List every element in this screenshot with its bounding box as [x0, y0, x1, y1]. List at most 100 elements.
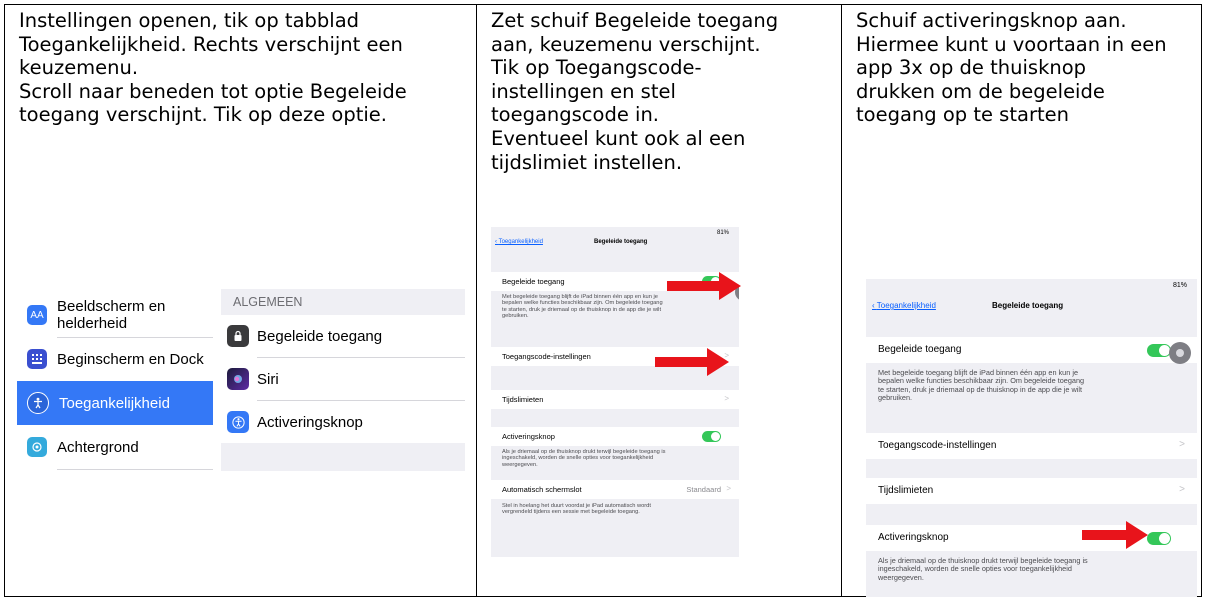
step-2-text: Zet schuif Begeleide toegang aan, keuzem… [491, 9, 778, 174]
footer-line: vergrendeld tijdens een sessie met begel… [502, 509, 640, 516]
step-1-line: Instellingen openen, tik op tabblad [19, 9, 360, 32]
row-label: Toegangscode-instellingen [502, 352, 591, 361]
battery-status: 81% [716, 230, 729, 236]
chevron-right-icon: > [1179, 484, 1185, 495]
step-1-text: Instellingen openen, tik op tabblad Toeg… [19, 9, 407, 127]
shortcut-footer: Als je driemaal op de thuisknop drukt te… [502, 449, 665, 468]
back-link-label: Toegankelijkheid [876, 301, 936, 310]
sidebar-item-display[interactable]: AA Beeldscherm en helderheid [17, 293, 213, 337]
back-link[interactable]: ‹ Toegankelijkheid [872, 301, 936, 310]
step-3-line: drukken om de begeleide [856, 79, 1105, 103]
sidebar-item-label: Toegankelijkheid [59, 394, 170, 412]
divider [57, 469, 213, 470]
step-3-text: Schuif activeringsknop aan. Hiermee kunt… [856, 9, 1167, 127]
settings-sidebar: AA Beeldscherm en helderheid Beginscherm… [17, 289, 213, 479]
red-arrow-icon [1082, 521, 1148, 549]
auto-lock-row[interactable]: Automatisch schermslot Standaard > [491, 480, 739, 499]
row-label: Activeringsknop [878, 532, 949, 543]
step-1-line: Toegankelijkheid. Rechts verschijnt een [19, 32, 403, 56]
toggle-knob [1159, 533, 1170, 544]
step-1-line: toegang verschijnt. Tik op deze optie. [19, 103, 387, 127]
row-label: Begeleide toegang [878, 344, 962, 355]
time-limits-row[interactable]: Tijdslimieten > [491, 390, 739, 409]
sidebar-item-accessibility[interactable]: Toegankelijkheid [17, 381, 213, 425]
sidebar-item-label: Achtergrond [57, 438, 139, 456]
footer-line: bepalen welke functies beschikbaar zijn.… [502, 300, 663, 307]
nav-title: Begeleide toegang [992, 301, 1064, 310]
auto-lock-value: Standaard [686, 485, 721, 494]
settings-screenshot: AA Beeldscherm en helderheid Beginscherm… [17, 289, 465, 479]
step-1-line: keuzemenu. [19, 56, 139, 80]
step-3-line: toegang op te starten [856, 103, 1069, 127]
step-3-line: Hiermee kunt u voortaan in een [856, 32, 1167, 56]
detail-item-label: Activeringsknop [257, 413, 363, 431]
chevron-right-icon: > [1179, 439, 1185, 450]
wallpaper-icon [27, 437, 47, 457]
section-header: ALGEMEEN [233, 295, 303, 309]
step-1-cell: Instellingen openen, tik op tabblad Toeg… [5, 5, 477, 596]
row-label: Activeringsknop [502, 432, 555, 441]
back-link[interactable]: ‹ Toegankelijkheid [495, 239, 543, 245]
step-2-line: Zet schuif Begeleide toegang [491, 9, 779, 32]
detail-group: Begeleide toegang Siri Activeringsknop [221, 315, 465, 443]
sidebar-item-wallpaper[interactable]: Achtergrond [17, 425, 213, 469]
lock-icon [227, 325, 249, 347]
sidebar-item-home-screen[interactable]: Beginscherm en Dock [17, 337, 213, 381]
detail-item-label: Siri [257, 370, 279, 388]
red-arrow-icon [655, 348, 729, 376]
guided-access-row[interactable]: Begeleide toegang [866, 337, 1197, 363]
guided-access-footer: Met begeleide toegang blijft de iPad bin… [878, 368, 1084, 403]
step-2-line: toegangscode in. [491, 103, 659, 127]
step-1-line: Scroll naar beneden tot optie Begeleide [19, 79, 407, 103]
accessibility-icon [227, 411, 249, 433]
auto-lock-footer: Stel in hoelang het duurt voordat je iPa… [502, 503, 651, 516]
row-label: Tijdslimieten [502, 395, 544, 404]
step-2-line: Tik op Toegangscode- [491, 56, 702, 80]
siri-icon [227, 368, 249, 390]
guided-access-toggle[interactable] [1147, 344, 1171, 357]
row-label: Begeleide toegang [502, 277, 565, 286]
footer-line: gebruiken. [502, 313, 529, 320]
settings-detail-pane: ALGEMEEN Begeleide toegang Siri Activeri… [221, 289, 465, 471]
step-2-cell: Zet schuif Begeleide toegang aan, keuzem… [477, 5, 842, 596]
detail-item-label: Begeleide toegang [257, 327, 383, 345]
shortcut-toggle[interactable] [702, 431, 721, 442]
row-label: Automatisch schermslot [502, 485, 582, 494]
toggle-knob [711, 432, 720, 441]
shortcut-footer: Als je driemaal op de thuisknop drukt te… [878, 556, 1088, 582]
instruction-table: Instellingen openen, tik op tabblad Toeg… [4, 4, 1202, 597]
passcode-settings-row[interactable]: Toegangscode-instellingen > [866, 433, 1197, 459]
chevron-right-icon: > [726, 484, 731, 493]
sidebar-item-label: Beeldscherm en helderheid [57, 298, 166, 332]
accessibility-icon [27, 392, 49, 414]
footer-line: gebruiken. [878, 393, 913, 403]
detail-item-siri[interactable]: Siri [221, 358, 465, 400]
step-3-cell: Schuif activeringsknop aan. Hiermee kunt… [842, 5, 1201, 597]
row-label: Tijdslimieten [878, 485, 934, 496]
shortcut-row[interactable]: Activeringsknop [491, 427, 739, 446]
detail-item-guided-access[interactable]: Begeleide toegang [221, 315, 465, 357]
nav-title: Begeleide toegang [594, 239, 648, 245]
home-screen-icon [27, 349, 47, 369]
time-limits-row[interactable]: Tijdslimieten > [866, 478, 1197, 504]
chevron-right-icon: > [724, 394, 729, 403]
guided-access-footer: Met begeleide toegang blijft de iPad bin… [502, 294, 663, 320]
footer-line: weergegeven. [878, 572, 924, 582]
step-2-line: Eventueel kunt ook al een [491, 126, 746, 150]
detail-item-shortcut[interactable]: Activeringsknop [221, 401, 465, 443]
footer-line: weergegeven. [502, 461, 538, 468]
red-arrow-icon [667, 272, 741, 300]
row-label: Toegangscode-instellingen [878, 440, 997, 451]
step-2-line: aan, keuzemenu verschijnt. [491, 32, 761, 56]
shortcut-toggle[interactable] [1147, 532, 1171, 545]
display-brightness-icon: AA [27, 305, 47, 325]
guided-access-screenshot-large: 81% ‹ Toegankelijkheid Begeleide toegang… [866, 279, 1197, 597]
step-3-line: Schuif activeringsknop aan. [856, 9, 1127, 32]
battery-status: 81% [1172, 282, 1187, 289]
step-3-line: app 3x op de thuisknop [856, 56, 1087, 80]
assistive-touch-icon[interactable] [1169, 342, 1191, 364]
step-2-line: instellingen en stel [491, 79, 676, 103]
step-2-line: tijdslimiet instellen. [491, 150, 683, 174]
back-link-label: Toegankelijkheid [498, 239, 543, 245]
footer-line: ingeschakeld, worden de snelle opties vo… [502, 455, 654, 462]
